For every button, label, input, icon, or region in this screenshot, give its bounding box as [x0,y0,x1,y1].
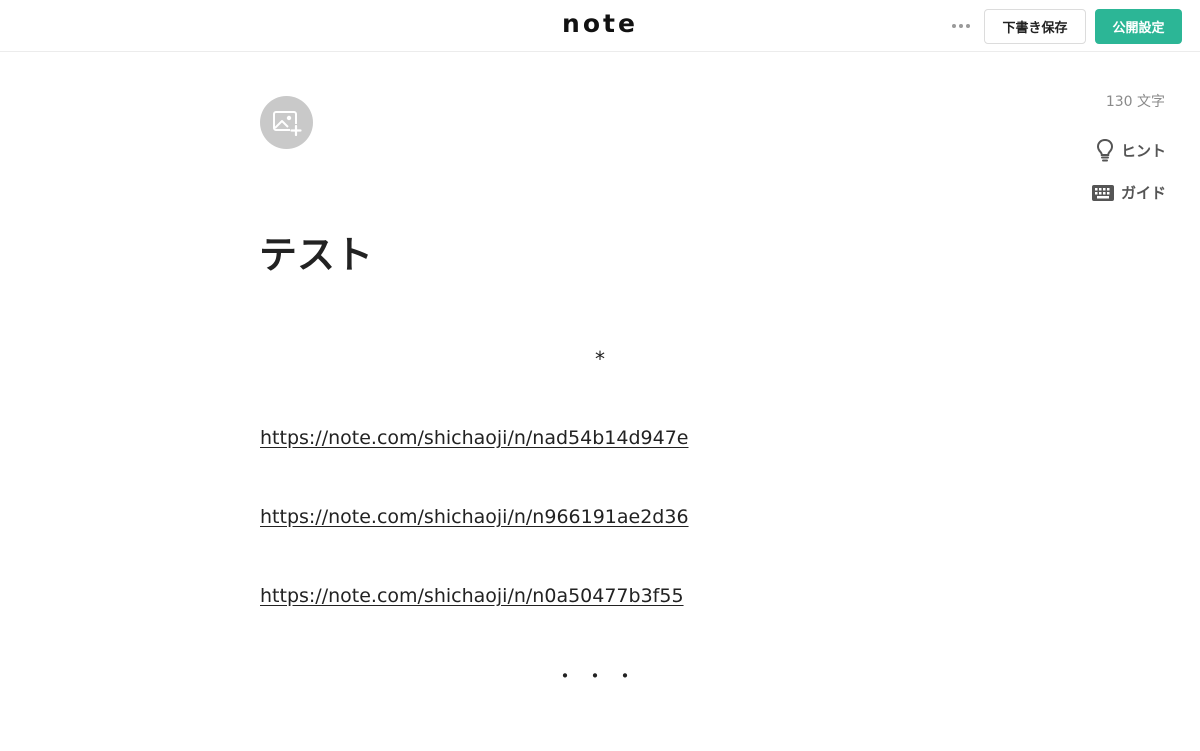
character-count: 130 文字 [1105,94,1165,110]
separator-dots: ・・・ [555,664,645,688]
article-title[interactable]: テスト [259,230,373,280]
article-link[interactable]: https://note.com/shichaoji/n/n966191ae2d… [260,506,689,528]
guide-button[interactable]: ガイド [1091,182,1166,203]
publish-settings-button[interactable]: 公開設定 [1095,9,1182,44]
more-options-button[interactable] [946,14,976,38]
lightbulb-icon [1096,138,1113,162]
hint-button[interactable]: ヒント [1095,138,1166,162]
article-link[interactable]: https://note.com/shichaoji/n/nad54b14d94… [260,427,688,449]
article-link[interactable]: https://note.com/shichaoji/n/n0a50477b3f… [260,585,684,607]
guide-label: ガイド [1120,184,1166,202]
more-horizontal-icon [951,24,972,28]
separator-asterisk: * [595,347,605,371]
add-header-image-button[interactable] [260,96,313,149]
keyboard-icon [1091,184,1114,201]
hint-label: ヒント [1120,141,1166,160]
save-draft-button[interactable]: 下書き保存 [984,9,1086,44]
top-header: note 下書き保存 公開設定 [0,0,1200,52]
add-image-icon [272,110,302,136]
